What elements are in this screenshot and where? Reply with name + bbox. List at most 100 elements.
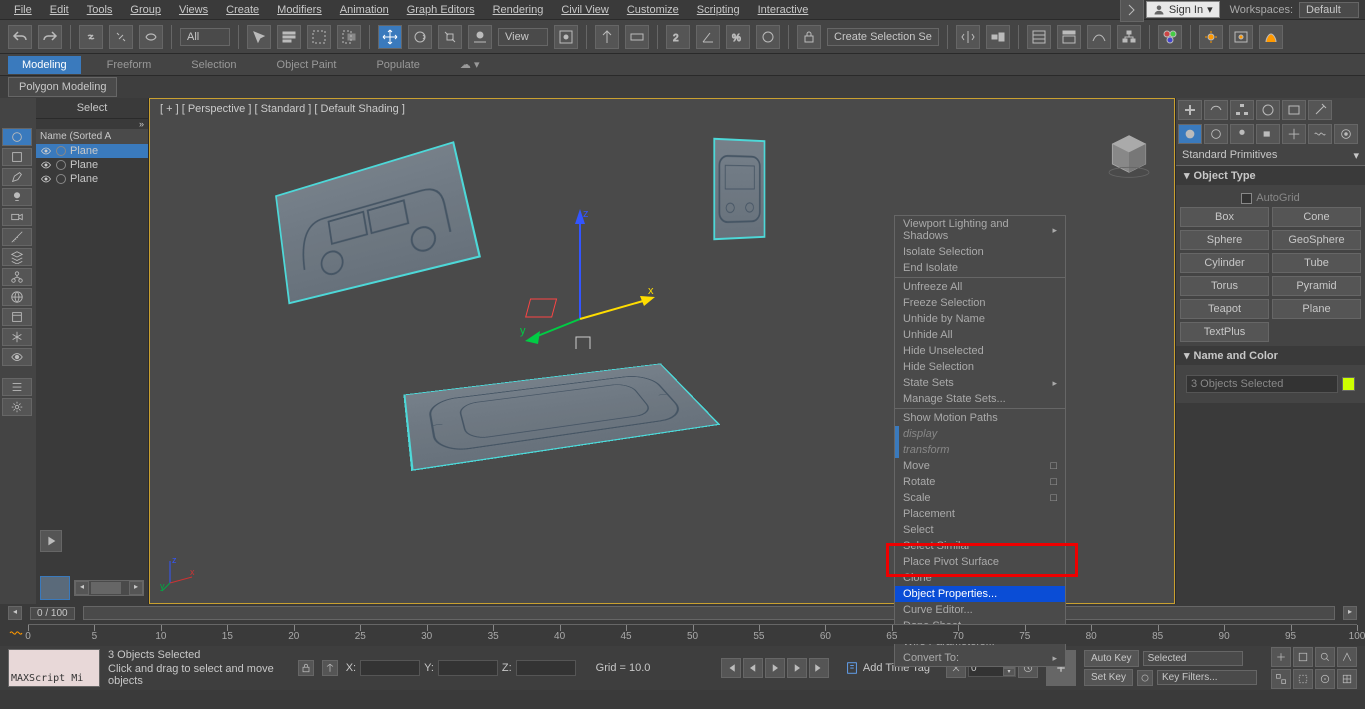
obj-teapot-button[interactable]: Teapot <box>1180 299 1269 319</box>
menu-create[interactable]: Create <box>218 2 267 18</box>
menu-views[interactable]: Views <box>171 2 216 18</box>
move-button[interactable] <box>378 25 402 49</box>
reference-plane-front[interactable] <box>713 138 765 241</box>
spinner-snap-button[interactable] <box>756 25 780 49</box>
menu-tools[interactable]: Tools <box>79 2 121 18</box>
eye-icon[interactable] <box>40 159 52 171</box>
ctx-freeze-selection[interactable]: Freeze Selection <box>895 295 1065 311</box>
rollout-object-type[interactable]: ▾Object Type <box>1176 166 1365 185</box>
ctx-unhide-by-name[interactable]: Unhide by Name <box>895 311 1065 327</box>
ctx-viewport-lighting[interactable]: Viewport Lighting and Shadows▸ <box>895 216 1065 244</box>
menu-animation[interactable]: Animation <box>332 2 397 18</box>
maxscript-mini-listener[interactable]: MAXScript Mi <box>8 649 100 687</box>
curve-editor-button[interactable] <box>1087 25 1111 49</box>
eye-icon[interactable] <box>40 173 52 185</box>
menu-interactive[interactable]: Interactive <box>750 2 817 18</box>
zoom-extents-icon[interactable] <box>1293 647 1313 667</box>
obj-sphere-button[interactable]: Sphere <box>1180 230 1269 250</box>
signin-button[interactable]: Sign In ▾ <box>1146 1 1220 18</box>
helpers-subtab-icon[interactable] <box>1282 124 1306 144</box>
redo-button[interactable] <box>38 25 62 49</box>
freeze-toggle-icon[interactable] <box>56 174 66 184</box>
display-tab-icon[interactable] <box>1282 100 1306 120</box>
ctx-placement[interactable]: Placement <box>895 506 1065 522</box>
chevron-right-icon[interactable] <box>1120 0 1144 22</box>
ctx-end-isolate[interactable]: End Isolate <box>895 260 1065 276</box>
cameras-subtab-icon[interactable] <box>1256 124 1280 144</box>
freeze-toggle-icon[interactable] <box>56 146 66 156</box>
render-setup-button[interactable] <box>1199 25 1223 49</box>
create-tab-icon[interactable] <box>1178 100 1202 120</box>
y-coord-input[interactable] <box>438 660 498 676</box>
reference-plane-side[interactable] <box>275 141 481 304</box>
zoom-icon[interactable] <box>1315 647 1335 667</box>
ribbon-overflow-icon[interactable]: ☁ ▾ <box>446 55 494 74</box>
mirror-button[interactable] <box>956 25 980 49</box>
visibility-icon[interactable] <box>2 348 32 366</box>
scene-expand-icon[interactable]: » <box>36 119 148 129</box>
ref-coord-combo[interactable]: View <box>498 28 548 46</box>
ctx-select[interactable]: Select <box>895 522 1065 538</box>
maximize-viewport-icon[interactable] <box>1337 669 1357 689</box>
bind-button[interactable] <box>139 25 163 49</box>
systems-subtab-icon[interactable] <box>1334 124 1358 144</box>
lights-subtab-icon[interactable] <box>1230 124 1254 144</box>
pivot-button[interactable] <box>554 25 578 49</box>
obj-plane-button[interactable]: Plane <box>1272 299 1361 319</box>
menu-grapheditors[interactable]: Graph Editors <box>399 2 483 18</box>
ctx-show-motion-paths[interactable]: Show Motion Paths <box>895 410 1065 426</box>
list-icon[interactable] <box>2 378 32 396</box>
object-color-swatch[interactable] <box>1342 377 1355 391</box>
settings-icon[interactable] <box>2 398 32 416</box>
transform-gizmo[interactable]: z x y <box>520 189 660 349</box>
freeze-toggle-icon[interactable] <box>56 160 66 170</box>
menu-civilview[interactable]: Civil View <box>553 2 616 18</box>
selection-lock-icon[interactable] <box>298 660 314 676</box>
ctx-place-pivot-surface[interactable]: Place Pivot Surface <box>895 554 1065 570</box>
render-button[interactable] <box>1259 25 1283 49</box>
viewcube[interactable] <box>1104 129 1154 179</box>
rollout-name-color[interactable]: ▾Name and Color <box>1176 346 1365 365</box>
polygon-modeling-button[interactable]: Polygon Modeling <box>8 77 117 97</box>
named-sel-lock-button[interactable] <box>797 25 821 49</box>
ctx-unhide-all[interactable]: Unhide All <box>895 327 1065 343</box>
next-frame-button[interactable] <box>787 658 807 678</box>
scene-item[interactable]: Plane <box>36 158 148 172</box>
geometry-subtab-icon[interactable] <box>1178 124 1202 144</box>
align-button[interactable] <box>986 25 1010 49</box>
viewport-thumb[interactable] <box>40 576 70 600</box>
orbit-icon[interactable] <box>1315 669 1335 689</box>
prev-frame-button[interactable] <box>743 658 763 678</box>
light-icon[interactable] <box>2 188 32 206</box>
ctx-manage-state-sets[interactable]: Manage State Sets... <box>895 391 1065 407</box>
time-slider[interactable] <box>83 606 1335 620</box>
toggle-ribbon-button[interactable] <box>1057 25 1081 49</box>
globe-icon[interactable] <box>2 288 32 306</box>
motion-tab-icon[interactable] <box>1256 100 1280 120</box>
play-script-icon[interactable] <box>40 530 62 552</box>
snap-percent-button[interactable]: % <box>726 25 750 49</box>
fov-icon[interactable] <box>1337 647 1357 667</box>
obj-box-button[interactable]: Box <box>1180 207 1269 227</box>
x-coord-input[interactable] <box>360 660 420 676</box>
selection-filter-combo[interactable]: All <box>180 28 230 46</box>
zoom-region-icon[interactable] <box>1293 669 1313 689</box>
rotate-button[interactable] <box>408 25 432 49</box>
menu-customize[interactable]: Customize <box>619 2 687 18</box>
goto-end-button[interactable] <box>809 658 829 678</box>
ctx-hide-selection[interactable]: Hide Selection <box>895 359 1065 375</box>
obj-geosphere-button[interactable]: GeoSphere <box>1272 230 1361 250</box>
scene-item[interactable]: Plane <box>36 144 148 158</box>
select-mode-icon[interactable] <box>2 128 32 146</box>
absolute-mode-icon[interactable] <box>322 660 338 676</box>
ctx-curve-editor[interactable]: Curve Editor... <box>895 602 1065 618</box>
ctx-scale[interactable]: Scale□ <box>895 490 1065 506</box>
obj-cylinder-button[interactable]: Cylinder <box>1180 253 1269 273</box>
material-editor-button[interactable] <box>1158 25 1182 49</box>
select-button[interactable] <box>247 25 271 49</box>
snap-2d-button[interactable]: 2 <box>666 25 690 49</box>
timeline-next-icon[interactable]: ▸ <box>1343 606 1357 620</box>
key-default-icon[interactable] <box>1137 670 1153 686</box>
ribbon-tab-modeling[interactable]: Modeling <box>8 56 81 74</box>
pan-view-icon[interactable] <box>1271 647 1291 667</box>
